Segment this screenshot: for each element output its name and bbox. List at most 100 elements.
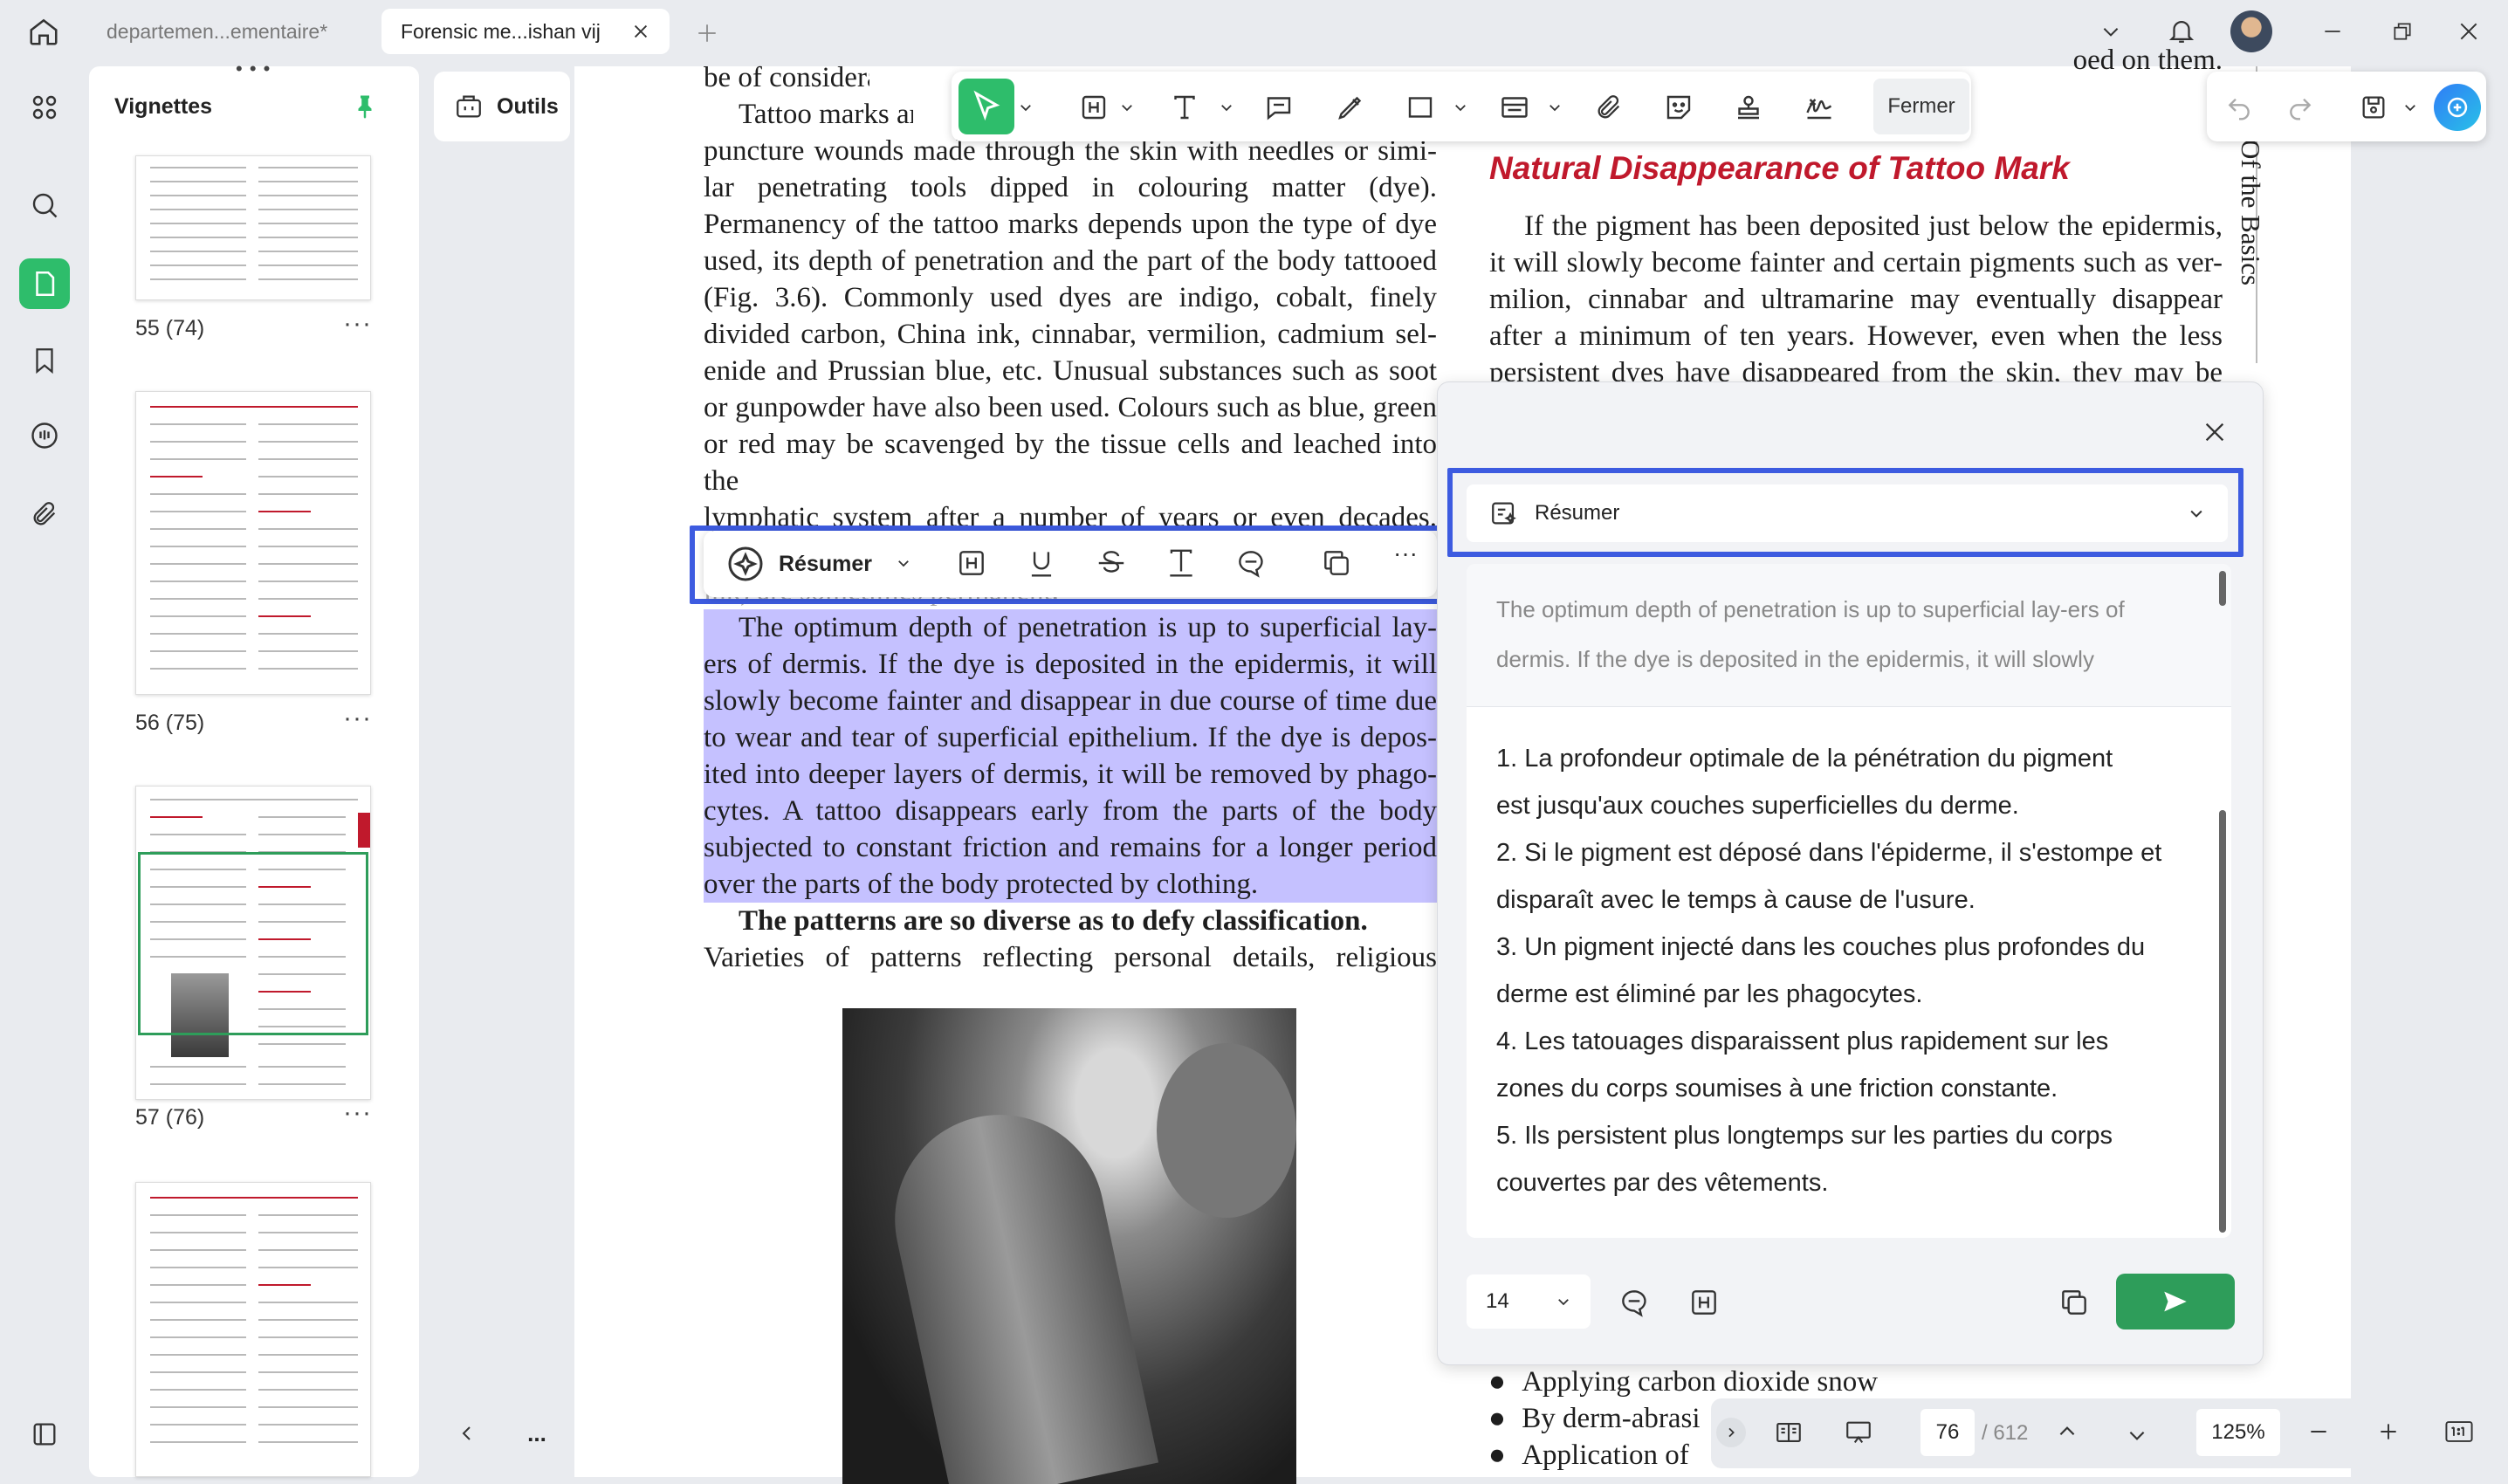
actual-size-icon[interactable] (2439, 1412, 2479, 1451)
copy-icon[interactable] (2051, 1280, 2097, 1325)
thumbnail-more-button[interactable]: ··· (343, 1098, 372, 1128)
minimize-icon[interactable] (2313, 14, 2352, 49)
summary-line: 1. La profondeur optimale de la pénétrat… (1496, 745, 2113, 773)
redo-icon[interactable] (2278, 86, 2322, 129)
page-number-input[interactable]: 76 (1921, 1409, 1975, 1456)
search-icon[interactable] (19, 180, 70, 230)
comment-icon[interactable] (1229, 541, 1273, 585)
page-thumbnail[interactable] (135, 155, 371, 300)
pin-icon[interactable] (347, 87, 382, 126)
signature-icon[interactable] (1795, 86, 1844, 129)
comment-icon[interactable] (1257, 86, 1301, 129)
tools-button[interactable]: Outils (434, 72, 570, 141)
font-size-select[interactable]: 14 (1467, 1274, 1591, 1329)
apps-grid-icon[interactable] (19, 82, 70, 133)
summarize-button[interactable]: Résumer (725, 538, 872, 590)
copy-icon[interactable] (1315, 541, 1358, 585)
highlighted-paragraph[interactable]: The optimum depth of penetration is up t… (704, 609, 1437, 903)
tab-label: departemen...ementaire* (107, 19, 328, 43)
zoom-level-select[interactable]: 125% (2196, 1409, 2280, 1456)
bookmark-icon[interactable] (19, 335, 70, 386)
highlight-icon[interactable] (1072, 86, 1116, 129)
section-heading: Natural Disappearance of Tattoo Mark (1489, 150, 2070, 186)
summary-line: disparaît avec le temps à cause de l'usu… (1496, 886, 1975, 914)
save-icon[interactable] (2352, 86, 2395, 129)
highlight-icon[interactable] (1681, 1280, 1727, 1325)
reading-mode-icon[interactable] (1767, 1411, 1811, 1454)
result-scrollbar[interactable] (2219, 810, 2226, 1233)
highlighted-line: ited into deeper layers of dermis, it wi… (704, 756, 1437, 793)
tab-document-2[interactable]: Forensic me...ishan vij (381, 9, 670, 54)
quote-scrollbar[interactable] (2219, 571, 2226, 606)
more-pages-button[interactable]: ... (527, 1420, 546, 1447)
text-line: Permanency of the tattoo marks depends u… (704, 209, 1437, 240)
page-thumbnail[interactable] (135, 391, 371, 695)
select-cursor-icon[interactable] (959, 79, 1014, 134)
restore-icon[interactable] (2383, 14, 2422, 49)
highlighted-line: to wear and tear of superficial epitheli… (704, 719, 1437, 756)
pen-icon[interactable] (1329, 86, 1372, 129)
close-window-icon[interactable] (2450, 14, 2488, 49)
ai-assistant-icon[interactable] (2434, 84, 2481, 131)
running-header-vertical: Of the Basics (2236, 140, 2266, 286)
ai-sparkle-icon (725, 543, 766, 585)
chevron-down-icon[interactable] (1117, 94, 1137, 120)
summary-line: 4. Les tatouages disparaissent plus rapi… (1496, 1027, 2109, 1055)
panel-drag-handle[interactable]: • • • (236, 58, 271, 80)
sticker-icon[interactable] (1657, 86, 1701, 129)
sidebar-toggle-icon[interactable] (19, 1409, 70, 1460)
thumbnails-page-icon[interactable] (19, 258, 70, 309)
new-tab-icon[interactable] (690, 16, 725, 51)
highlighted-line: The optimum depth of penetration is up t… (704, 609, 1437, 646)
text-replace-icon[interactable] (1159, 541, 1203, 585)
chevron-left-icon[interactable] (457, 1423, 478, 1444)
attachment-icon[interactable] (19, 489, 70, 539)
text-line: Varieties of patterns reflecting persona… (704, 942, 1437, 973)
ai-summarize-icon (1489, 498, 1519, 528)
comment-icon[interactable] (1611, 1280, 1657, 1325)
chevron-down-icon[interactable] (1217, 94, 1236, 120)
send-button[interactable] (2116, 1274, 2235, 1329)
highlighted-line: cytes. A tattoo disappears early from th… (704, 793, 1437, 829)
avatar[interactable] (2230, 10, 2272, 52)
mode-select-label: Résumer (1535, 501, 1620, 525)
chevron-down-icon[interactable] (2401, 94, 2420, 120)
page-thumbnail-current[interactable] (135, 786, 371, 1100)
thumbnail-more-button[interactable]: ··· (343, 309, 372, 339)
text-line: after a minimum of ten years. However, e… (1489, 320, 2223, 352)
attachment-icon[interactable] (1587, 86, 1631, 129)
thumbnail-more-button[interactable]: ··· (343, 704, 372, 733)
mode-select[interactable]: Résumer (1467, 484, 2228, 542)
close-toolbar-button[interactable]: Fermer (1873, 79, 1969, 134)
highlight-icon[interactable] (950, 541, 993, 585)
stamp-icon[interactable] (1727, 86, 1770, 129)
page-thumbnail[interactable] (135, 1182, 371, 1477)
summary-line: est jusqu'aux couches superficielles du … (1496, 792, 2019, 820)
comments-icon[interactable] (19, 410, 70, 461)
more-options-button[interactable]: ··· (1393, 539, 1418, 567)
expand-icon[interactable] (1716, 1418, 1746, 1447)
underline-icon[interactable] (1020, 541, 1063, 585)
close-tab-icon[interactable] (631, 22, 650, 41)
next-page-icon[interactable] (2118, 1416, 2156, 1454)
presentation-icon[interactable] (1837, 1411, 1880, 1454)
previous-page-icon[interactable] (2048, 1412, 2086, 1451)
chevron-down-icon[interactable] (890, 548, 917, 578)
strikethrough-icon[interactable] (1089, 541, 1133, 585)
home-icon[interactable] (21, 12, 66, 51)
chevron-down-icon[interactable] (1016, 94, 1035, 120)
font-size-value: 14 (1486, 1289, 1509, 1313)
tab-label: Forensic me...ishan vij (401, 19, 601, 43)
textbox-icon[interactable] (1493, 86, 1536, 129)
undo-icon[interactable] (2217, 86, 2261, 129)
zoom-in-icon[interactable] (2369, 1412, 2408, 1451)
rectangle-shape-icon[interactable] (1398, 86, 1442, 129)
tab-document-1[interactable]: departemen...ementaire* (87, 9, 375, 54)
text-tool-icon[interactable] (1163, 86, 1206, 129)
close-panel-icon[interactable] (2193, 410, 2237, 454)
text-line: persistent dyes have disappeared from th… (1489, 357, 2223, 382)
zoom-out-icon[interactable] (2299, 1412, 2338, 1451)
chevron-down-icon[interactable] (1451, 94, 1470, 120)
summary-line: derme est éliminé par les phagocytes. (1496, 980, 1923, 1008)
chevron-down-icon[interactable] (1545, 94, 1564, 120)
